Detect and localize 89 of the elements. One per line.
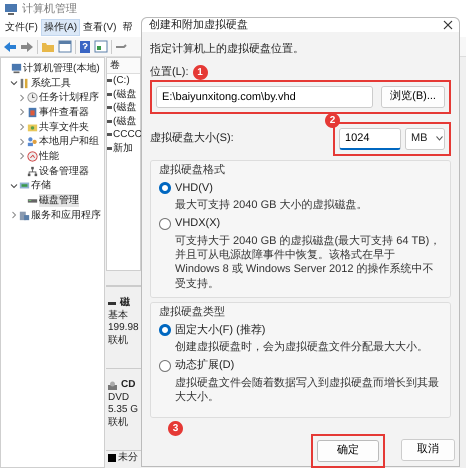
- tree-item[interactable]: 事件查看器: [39, 106, 89, 119]
- volume-name: 新加: [113, 142, 133, 155]
- volume-name: (C:): [113, 74, 130, 88]
- chevron-down-icon: [436, 136, 442, 142]
- computer-icon: [4, 3, 18, 15]
- window-icon[interactable]: [94, 40, 108, 53]
- tree-item[interactable]: 存储: [31, 179, 51, 192]
- legend-label: 未分: [118, 451, 138, 464]
- annotation-marker: 3: [168, 420, 183, 436]
- tree-item[interactable]: 任务计划程序: [39, 91, 99, 104]
- chevron-down-icon[interactable]: [10, 79, 18, 88]
- radio-button[interactable]: [159, 182, 171, 194]
- option-description: 最大可支持 2040 GB 大小的虚拟磁盘。: [174, 198, 369, 212]
- option-description: 可支持大于 2040 GB 的虚拟磁盘(最大可支持 64 TB)，并且可从电源故障事件中恢复。该格式在早于 Windows 8 或 Windows Server 2012 的操作系统中不受支持。: [174, 234, 442, 291]
- drive-icon: [107, 79, 112, 82]
- drive-icon: [107, 120, 112, 123]
- radio-label[interactable]: 动态扩展(D): [175, 358, 234, 373]
- menu-item[interactable]: 帮: [119, 19, 136, 36]
- annotation-marker: 2: [325, 112, 340, 128]
- drive-icon: [107, 106, 112, 110]
- menu-item[interactable]: 查看(V): [80, 19, 120, 36]
- chevron-right-icon[interactable]: [18, 152, 26, 160]
- chevron-right-icon[interactable]: [18, 138, 26, 146]
- tree-item[interactable]: 本地用户和组: [39, 135, 99, 148]
- instruction-text: 指定计算机上的虚拟硬盘位置。: [150, 42, 305, 57]
- menu-item[interactable]: 操作(A): [40, 19, 80, 36]
- tree-item[interactable]: 磁盘管理: [39, 194, 79, 208]
- radio-button[interactable]: [159, 324, 171, 336]
- drive-icon: [107, 92, 112, 96]
- window-title: 计算机管理: [22, 2, 77, 16]
- back-arrow-icon[interactable]: [3, 40, 17, 52]
- column-header[interactable]: 卷: [107, 58, 140, 74]
- group-title: 虚拟硬盘类型: [159, 304, 226, 319]
- radio-label[interactable]: VHDX(X): [175, 216, 220, 231]
- annotation-marker: 1: [192, 64, 208, 80]
- tree-item[interactable]: 共享文件夹: [39, 120, 89, 134]
- volume-name: (磁盘: [113, 114, 136, 128]
- tree-item[interactable]: 计算机管理(本地): [23, 62, 100, 75]
- field-label: 位置(L):: [150, 64, 188, 80]
- dialog-button[interactable]: 取消: [401, 438, 455, 461]
- size-field[interactable]: 1024: [339, 128, 401, 150]
- computer-icon: [11, 62, 22, 74]
- chevron-right-icon[interactable]: [18, 123, 26, 132]
- disk-name: 磁: [120, 297, 130, 310]
- option-description: 虚拟硬盘文件会随着数据写入到虚拟硬盘而增长到其最大大小。: [174, 376, 440, 404]
- chevron-right-icon[interactable]: [18, 94, 26, 102]
- legend-swatch-icon: [108, 454, 116, 462]
- field-label: 虚拟硬盘大小(S):: [150, 131, 234, 146]
- users-icon: [27, 136, 38, 148]
- disk-info: 联机: [108, 334, 129, 347]
- cd-drive-icon: [108, 380, 117, 390]
- tree-item[interactable]: 性能: [39, 150, 59, 163]
- chevron-down-icon[interactable]: [10, 182, 18, 190]
- volume-name: CCCC: [113, 128, 142, 142]
- disk-info: 5.35 G: [108, 404, 139, 416]
- path-field[interactable]: E:\baiyunxitong.com\by.vhd: [156, 86, 374, 108]
- dialog-button[interactable]: 确定: [317, 440, 379, 462]
- volume-name: (磁盘: [113, 88, 136, 101]
- volume-name: (磁盘: [113, 101, 136, 114]
- disk-info: 199.98: [108, 322, 139, 334]
- tree-item[interactable]: 系统工具: [31, 76, 71, 90]
- disk-info: DVD: [108, 392, 130, 404]
- radio-label[interactable]: 固定大小(F) (推荐): [175, 322, 266, 338]
- window-icon[interactable]: [58, 40, 72, 53]
- radio-button[interactable]: [159, 360, 171, 372]
- unit-dropdown[interactable]: MB: [405, 128, 445, 150]
- menu-item[interactable]: 文件(F): [2, 19, 41, 36]
- disk-name: CD: [121, 379, 136, 392]
- option-description: 创建虚拟硬盘时，会为虚拟硬盘文件分配最大大小。: [174, 340, 429, 354]
- clock-icon: [27, 92, 38, 104]
- group-title: 虚拟硬盘格式: [159, 162, 226, 177]
- forward-arrow-icon[interactable]: [20, 40, 34, 52]
- chevron-right-icon[interactable]: [18, 108, 26, 116]
- help-icon[interactable]: [79, 40, 91, 54]
- network-icon: [27, 166, 38, 177]
- disk-info: 联机: [108, 416, 129, 429]
- browse-button[interactable]: 浏览(B)...: [381, 86, 445, 108]
- dash-icon: [108, 302, 116, 305]
- radio-label[interactable]: VHD(V): [175, 180, 213, 196]
- radio-button[interactable]: [159, 218, 171, 230]
- drive-icon: [107, 146, 112, 150]
- close-icon[interactable]: [443, 20, 453, 30]
- storage-icon: [19, 180, 30, 192]
- tree-item[interactable]: 服务和应用程序: [31, 208, 101, 222]
- drive-icon: [107, 133, 112, 136]
- dialog-title: 创建和附加虚拟硬盘: [149, 18, 248, 32]
- disk-info: 基本: [108, 310, 129, 322]
- tree-item[interactable]: 设备管理器: [39, 164, 89, 178]
- chevron-right-icon[interactable]: [10, 211, 18, 220]
